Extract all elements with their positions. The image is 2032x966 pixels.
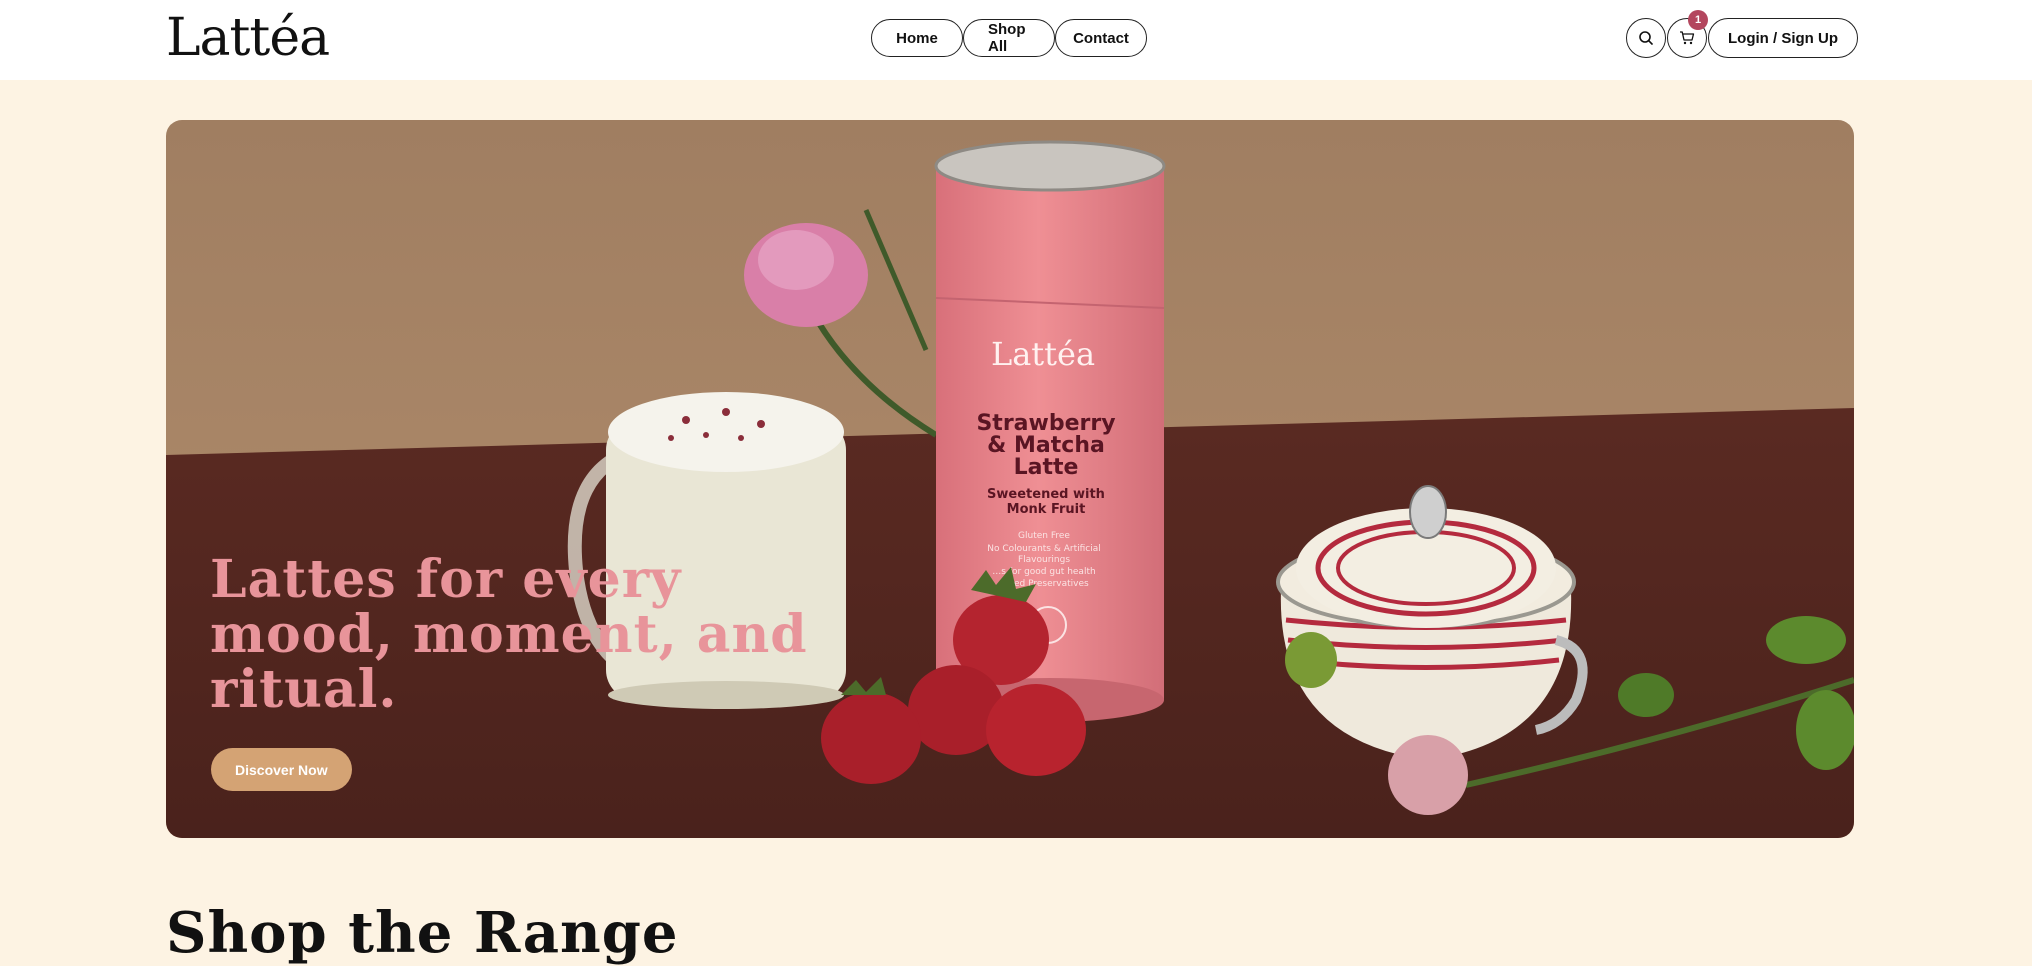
canister-claim-2: No Colourants & Artificial	[987, 544, 1101, 554]
canister-name-3: Latte	[1014, 455, 1079, 480]
cart-icon	[1680, 31, 1695, 45]
hero-image: Lattéa Strawberry & Matcha Latte Sweeten…	[166, 120, 1854, 838]
canister-claim-3: Flavourings	[1018, 555, 1070, 565]
nav-shop-all-button[interactable]: Shop All	[963, 19, 1055, 57]
header-actions: 1 Login / Sign Up	[1626, 10, 1858, 58]
shop-range-heading: Shop the Range	[166, 900, 679, 966]
hero-banner: Lattéa Strawberry & Matcha Latte Sweeten…	[166, 120, 1854, 838]
canister-sub-2: Monk Fruit	[1007, 502, 1086, 517]
search-button[interactable]	[1626, 18, 1666, 58]
hero-heading: Lattes for every mood, moment, and ritua…	[210, 549, 808, 720]
search-icon	[1639, 31, 1653, 45]
canister-brand: Lattéa	[991, 335, 1095, 373]
site-header: Lattéa Home Shop All Contact 1 Login / S…	[0, 0, 2032, 80]
cart-button[interactable]: 1	[1667, 10, 1708, 58]
cart-count-badge: 1	[1688, 10, 1708, 30]
main-nav: Home Shop All Contact	[871, 19, 1147, 57]
discover-now-button[interactable]: Discover Now	[211, 748, 352, 791]
nav-home-button[interactable]: Home	[871, 19, 963, 57]
nav-contact-button[interactable]: Contact	[1055, 19, 1147, 57]
canister-sub-1: Sweetened with	[987, 487, 1105, 502]
login-signup-button[interactable]: Login / Sign Up	[1708, 18, 1858, 58]
canister-claim-1: Gluten Free	[1018, 531, 1070, 541]
site-logo[interactable]: Lattéa	[166, 8, 330, 68]
